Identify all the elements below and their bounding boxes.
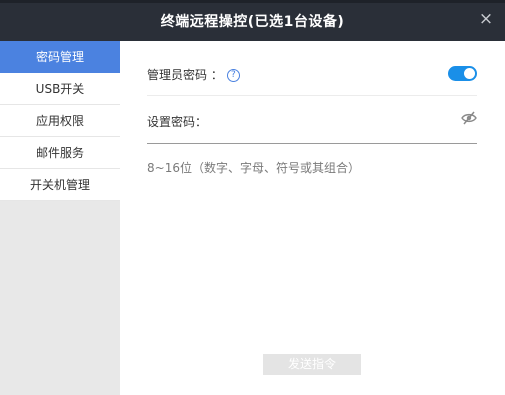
password-input[interactable] bbox=[215, 107, 454, 135]
title-bar: 终端远程操控(已选1台设备) × bbox=[0, 0, 505, 41]
divider bbox=[147, 95, 477, 96]
send-command-button[interactable]: 发送指令 bbox=[263, 354, 361, 375]
sidebar-item-app-permissions[interactable]: 应用权限 bbox=[0, 105, 120, 137]
remote-control-dialog: 终端远程操控(已选1台设备) × 密码管理 USB开关 应用权限 邮件服务 开关… bbox=[0, 0, 505, 395]
eye-hidden-icon[interactable] bbox=[461, 111, 477, 125]
admin-password-row: 管理员密码 ：? bbox=[147, 65, 477, 85]
admin-password-label: 管理员密码 ： bbox=[147, 68, 223, 82]
admin-password-toggle[interactable] bbox=[448, 66, 477, 81]
password-underline bbox=[147, 143, 477, 144]
dialog-title: 终端远程操控(已选1台设备) bbox=[160, 14, 345, 30]
content-panel: 管理员密码 ：? 设置密码： 8~16位（数字、字母、符号或其组合） 发送指令 bbox=[120, 41, 505, 395]
title-bar-strip bbox=[0, 0, 505, 3]
toggle-knob bbox=[464, 68, 475, 79]
set-password-label: 设置密码： bbox=[147, 115, 208, 129]
sidebar-item-power-management[interactable]: 开关机管理 bbox=[0, 169, 120, 201]
sidebar: 密码管理 USB开关 应用权限 邮件服务 开关机管理 bbox=[0, 41, 120, 395]
password-hint: 8~16位（数字、字母、符号或其组合） bbox=[147, 161, 360, 175]
help-icon[interactable]: ? bbox=[226, 69, 240, 82]
sidebar-item-mail-service[interactable]: 邮件服务 bbox=[0, 137, 120, 169]
sidebar-item-password-management[interactable]: 密码管理 bbox=[0, 41, 120, 73]
close-icon[interactable]: × bbox=[477, 10, 495, 28]
sidebar-item-usb-switch[interactable]: USB开关 bbox=[0, 73, 120, 105]
